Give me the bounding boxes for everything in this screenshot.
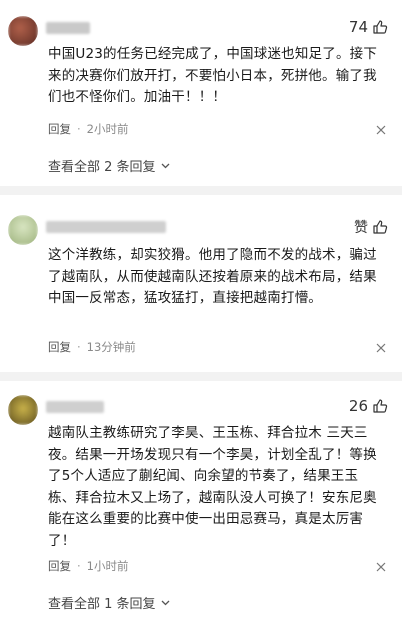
username[interactable] — [46, 221, 166, 233]
like-count: 26 — [348, 397, 368, 415]
comment-meta: 回复 · 13分钟前 — [48, 339, 136, 355]
timestamp: 13分钟前 — [86, 340, 136, 354]
avatar[interactable] — [8, 16, 38, 46]
chevron-down-icon — [161, 600, 170, 606]
avatar[interactable] — [8, 395, 38, 425]
timestamp: 1小时前 — [86, 559, 129, 573]
comment-text: 越南队主教练研究了李昊、王玉栋、拜合拉木 三天三夜。结果一开场发现只有一个李昊，… — [48, 425, 377, 549]
more-options-icon[interactable] — [374, 560, 388, 574]
view-all-replies[interactable]: 查看全部 1 条回复 — [48, 593, 171, 612]
view-replies-label: 查看全部 2 条回复 — [48, 160, 156, 175]
more-options-icon[interactable] — [374, 123, 388, 137]
reply-button[interactable]: 回复 — [48, 339, 71, 355]
comment-2: 赞 这个洋教练，却实狡猾。他用了隐而不发的战术，骗过了越南队，从而使越南队还按着… — [0, 195, 402, 365]
comment-1: 74 中国U23的任务已经完成了，中国球迷也知足了。接下来的决赛你们放开打，不要… — [0, 0, 402, 176]
view-all-replies[interactable]: 查看全部 2 条回复 — [48, 156, 171, 175]
more-options-icon[interactable] — [374, 341, 388, 355]
view-replies-label: 查看全部 1 条回复 — [48, 597, 156, 612]
like-button[interactable]: 74 — [349, 18, 388, 36]
reply-button[interactable]: 回复 — [48, 121, 71, 137]
separator — [0, 372, 402, 381]
thumb-up-icon — [373, 220, 388, 234]
timestamp: 2小时前 — [86, 122, 129, 136]
separator — [0, 186, 402, 195]
thumb-up-icon — [373, 20, 388, 34]
avatar[interactable] — [8, 215, 38, 245]
comment-3: 26 越南队主教练研究了李昊、王玉栋、拜合拉木 三天三夜。结果一开场发现只有一个… — [0, 381, 402, 626]
comment-meta: 回复 · 1小时前 — [48, 558, 129, 574]
chevron-down-icon — [161, 163, 170, 169]
like-label: 赞 — [354, 220, 368, 236]
like-button[interactable]: 26 — [349, 397, 388, 415]
like-button[interactable]: 赞 — [354, 217, 388, 237]
comment-meta: 回复 · 2小时前 — [48, 121, 129, 137]
reply-button[interactable]: 回复 — [48, 558, 71, 574]
like-count: 74 — [348, 18, 368, 36]
comment-text: 这个洋教练，却实狡猾。他用了隐而不发的战术，骗过了越南队，从而使越南队还按着原来… — [48, 247, 377, 306]
comment-text: 中国U23的任务已经完成了，中国球迷也知足了。接下来的决赛你们放开打，不要怕小日… — [48, 46, 378, 105]
username[interactable] — [46, 401, 104, 413]
thumb-up-icon — [373, 399, 388, 413]
username[interactable] — [46, 22, 90, 34]
